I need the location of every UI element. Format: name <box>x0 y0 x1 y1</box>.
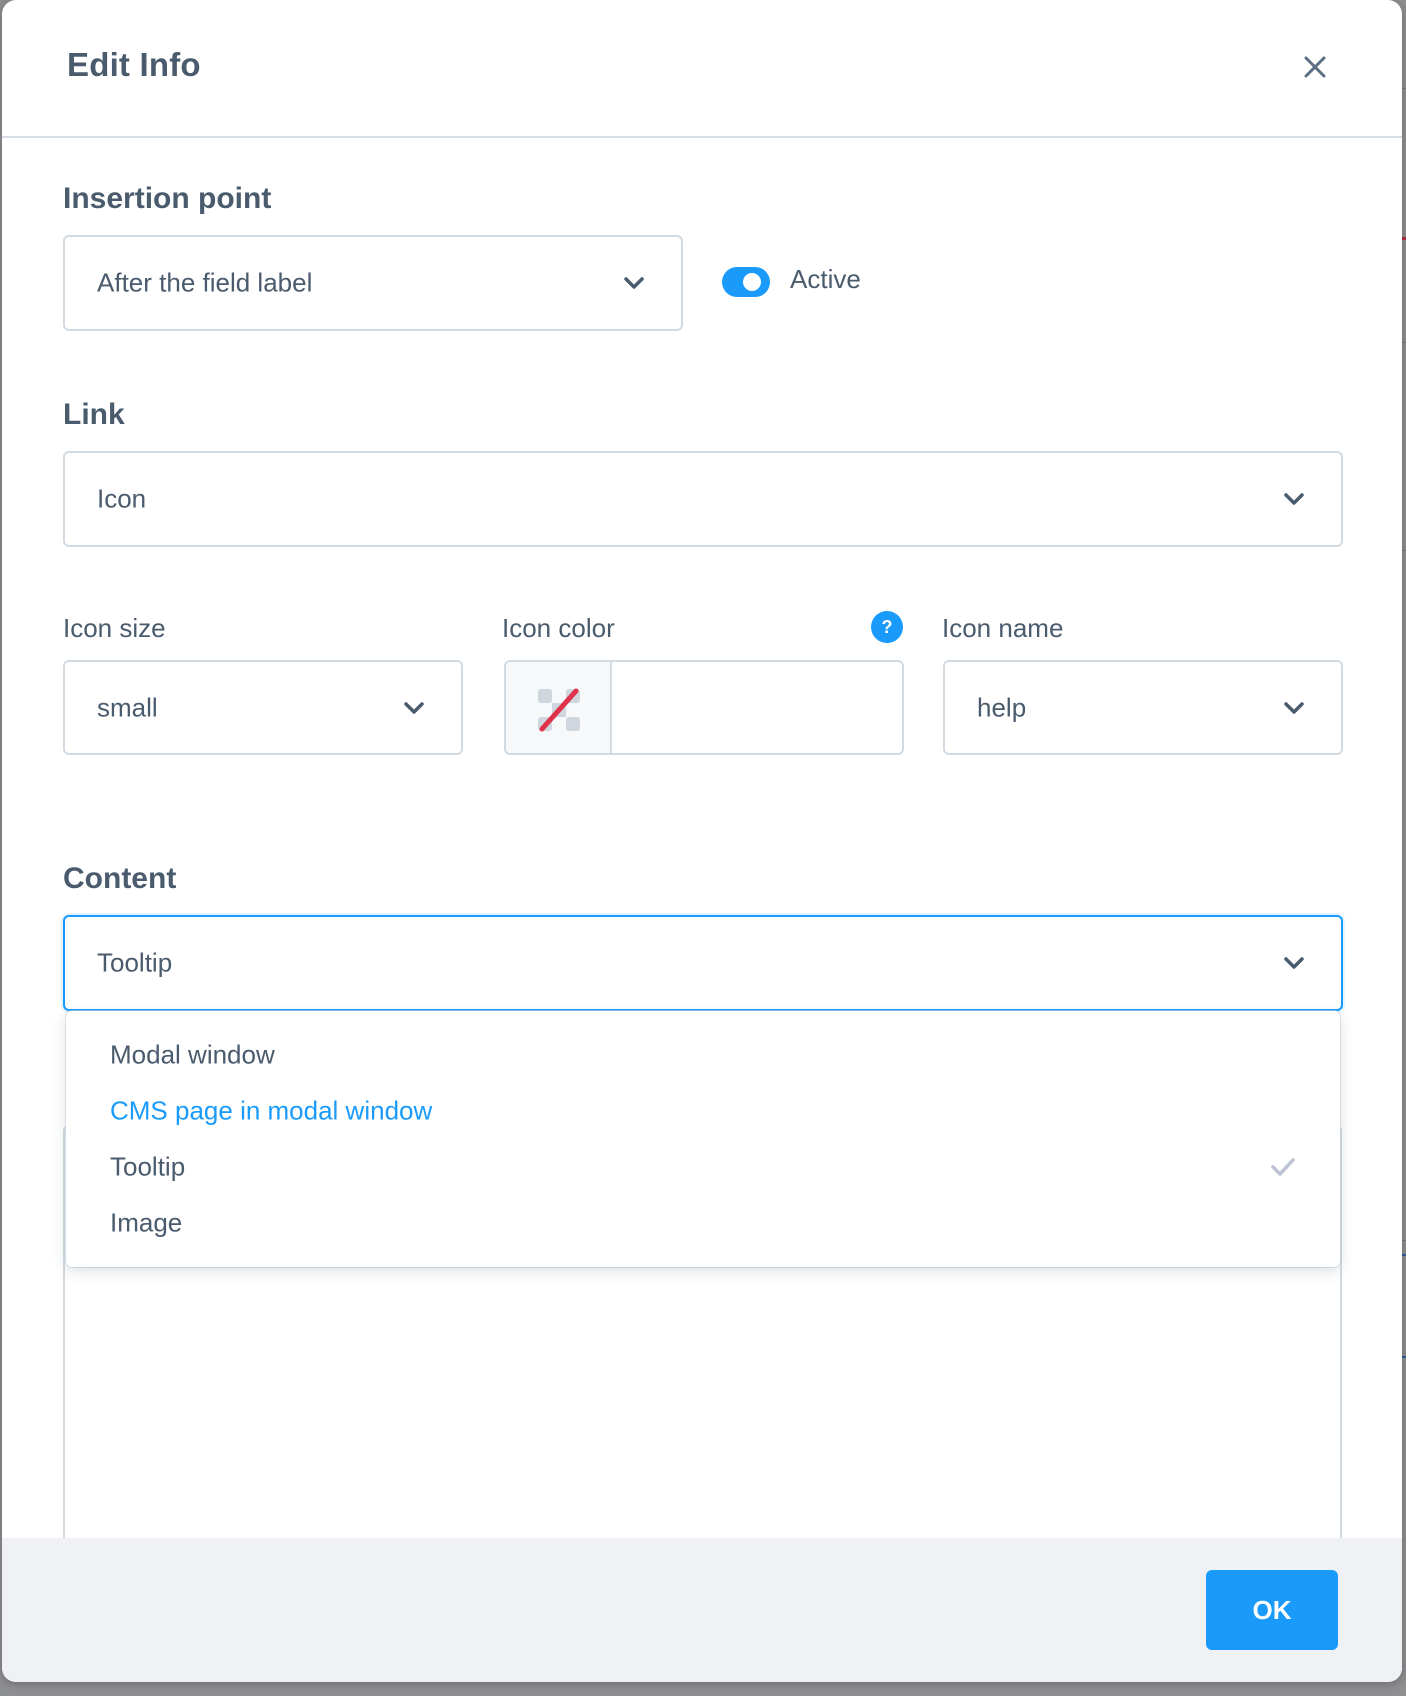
content-dropdown-menu: Modal window CMS page in modal window To… <box>66 1011 1340 1267</box>
active-toggle[interactable] <box>722 267 770 297</box>
edit-info-modal: Edit Info Insertion point After the fiel… <box>2 0 1402 1682</box>
content-select[interactable]: Tooltip <box>63 915 1343 1011</box>
close-button[interactable] <box>1301 53 1329 81</box>
modal-title: Edit Info <box>67 46 201 83</box>
active-label: Active <box>790 264 861 294</box>
dropdown-option-cms-page[interactable]: CMS page in modal window <box>66 1085 1340 1137</box>
modal-footer: OK <box>2 1538 1402 1682</box>
no-color-icon <box>538 688 580 732</box>
link-value: Icon <box>97 483 147 514</box>
content-value: Tooltip <box>97 947 173 978</box>
question-circle-icon[interactable]: ? <box>871 611 903 643</box>
chevron-down-icon <box>624 277 644 289</box>
option-label: CMS page in modal window <box>110 1095 433 1126</box>
toggle-knob <box>743 273 761 291</box>
link-select[interactable]: Icon <box>63 451 1343 547</box>
chevron-down-icon <box>1284 957 1304 969</box>
close-icon <box>1304 56 1326 78</box>
content-label: Content <box>63 862 177 895</box>
dropdown-option-image[interactable]: Image <box>66 1197 1340 1249</box>
icon-color-field <box>504 660 904 755</box>
icon-size-label: Icon size <box>63 613 166 643</box>
dropdown-option-tooltip[interactable]: Tooltip <box>66 1141 1340 1193</box>
insertion-point-value: After the field label <box>97 267 313 298</box>
chevron-down-icon <box>1284 493 1304 505</box>
checkmark-icon <box>1271 1158 1295 1176</box>
chevron-down-icon <box>1284 701 1304 714</box>
insertion-point-select[interactable]: After the field label <box>63 235 683 331</box>
insertion-point-label: Insertion point <box>63 182 272 215</box>
chevron-down-icon <box>404 701 424 714</box>
link-label: Link <box>63 398 125 431</box>
ok-button[interactable]: OK <box>1206 1570 1338 1650</box>
icon-color-label: Icon color <box>502 613 615 643</box>
icon-size-value: small <box>97 692 158 722</box>
option-label: Tooltip <box>110 1151 186 1182</box>
icon-name-label: Icon name <box>942 613 1064 643</box>
dropdown-option-modal-window[interactable]: Modal window <box>66 1029 1340 1081</box>
icon-name-select[interactable]: help <box>943 660 1343 755</box>
option-label: Modal window <box>110 1039 275 1070</box>
icon-size-select[interactable]: small <box>63 660 463 755</box>
modal-header: Edit Info <box>2 0 1402 138</box>
option-label: Image <box>110 1207 183 1238</box>
color-swatch-button[interactable] <box>506 662 612 753</box>
icon-color-input[interactable] <box>614 662 902 753</box>
icon-name-value: help <box>977 692 1027 722</box>
